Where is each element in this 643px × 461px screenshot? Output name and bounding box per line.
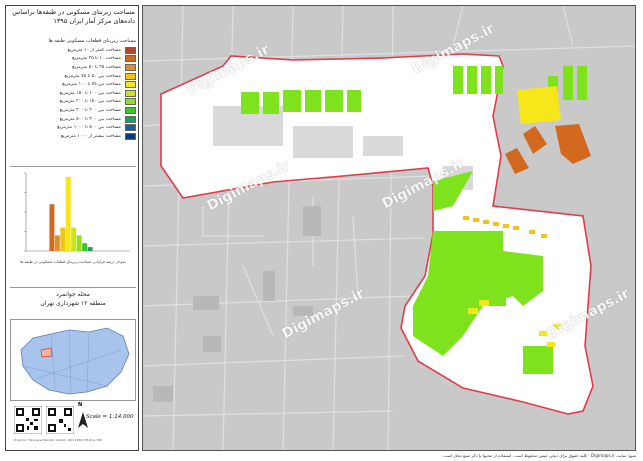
sheet-footer-row: N Scale = 1:14,000 (10, 402, 136, 444)
legend-panel: مساحت زیربنای مسکونی در طبقه‌ها براساس د… (5, 5, 139, 451)
district-name: محله جوانمرد (56, 291, 90, 298)
main-map[interactable]: Digimaps.ir Digimaps.ir Digimaps.ir Digi… (142, 5, 636, 451)
legend-swatch (125, 89, 136, 97)
map-sheet: مساحت زیربنای مسکونی در طبقه‌ها براساس د… (0, 0, 643, 461)
legend-item: مساحت بیشتر از ۱۰۰۰ مترمربع (10, 132, 136, 141)
legend-item: مساحت بین ۲۰۰ تا ۳۰۰ مترمربع (10, 106, 136, 115)
district-label: محله جوانمرد منطقه ۱۲ شهرداری تهران (10, 290, 136, 318)
histogram-bar (87, 247, 93, 251)
histogram-chart: نمودار درصد فراوانی مساحت زیربنای قطعات … (10, 166, 136, 288)
legend-label: مساحت بین ۷۵ تا ۱۰۰ مترمربع (62, 82, 121, 88)
legend-swatch (125, 63, 136, 71)
legend-heading: مساحت زیربنای قطعات مسکونی طبقه ها (48, 38, 136, 44)
legend-item: مساحت بین ۵۰ تا ۷۵ مترمربع (10, 72, 136, 81)
locator-map (10, 319, 136, 401)
legend-swatch (125, 55, 136, 63)
legend-item: مساحت بین ۱۰۰ تا ۱۵۰ مترمربع (10, 89, 136, 98)
north-arrow-icon (78, 412, 88, 428)
legend-label: مساحت کمتر از ۱۰ مترمربع (67, 47, 121, 53)
histogram-bar (76, 235, 82, 251)
legend-label: مساحت بین ۳۰۰ تا ۵۰۰ مترمربع (59, 116, 121, 122)
chart-caption: نمودار درصد فراوانی مساحت زیربنای قطعات … (20, 259, 126, 264)
residential-parcels-orange (505, 124, 591, 174)
legend-swatch (125, 124, 136, 132)
legend-swatch (125, 81, 136, 89)
district-highlight (40, 347, 53, 358)
histogram-bar (65, 176, 71, 251)
qr-code-icon (14, 406, 42, 434)
legend-swatch (125, 98, 136, 106)
legend-swatch (125, 115, 136, 123)
locator-svg (20, 327, 130, 395)
legend-swatch (125, 106, 136, 114)
legend-label: مساحت بیشتر از ۱۰۰۰ مترمربع (60, 133, 121, 139)
legend-item: مساحت کمتر از ۱۰ مترمربع (10, 46, 136, 55)
legend-item: مساحت بین ۳۰۰ تا ۵۰۰ مترمربع (10, 115, 136, 124)
legend-rows: مساحت کمتر از ۱۰ مترمربع مساحت ۱۰ تا ۲۵ م… (10, 46, 136, 141)
legend-label: مساحت ۲۵ تا ۵۰ مترمربع (72, 64, 121, 70)
legend-label: مساحت بین ۱۰۰ تا ۱۵۰ مترمربع (59, 90, 121, 96)
legend-item: مساحت بین ۷۵ تا ۱۰۰ مترمربع (10, 80, 136, 89)
legend-swatch (125, 132, 136, 140)
legend-label: مساحت ۱۰ تا ۲۵ مترمربع (72, 56, 121, 62)
tehran-outline (20, 327, 130, 395)
histogram-svg (24, 172, 130, 252)
qr-code-icon (46, 406, 74, 434)
legend: مساحت زیربنای قطعات مسکونی طبقه ها مساحت… (10, 38, 136, 141)
legend-label: مساحت بین ۵۰ تا ۷۵ مترمربع (64, 73, 121, 79)
legend-item: مساحت بین ۵۰۰ تا ۱۰۰۰ مترمربع (10, 123, 136, 132)
histogram-bar (54, 235, 60, 251)
legend-item: مساحت ۱۰ تا ۲۵ مترمربع (10, 55, 136, 64)
histogram-bar (82, 243, 88, 251)
histogram-bar (60, 227, 66, 251)
district-region: منطقه ۱۲ شهرداری تهران (40, 300, 106, 307)
map-title: مساحت زیربنای مسکونی در طبقه‌ها براساس د… (12, 8, 135, 25)
histogram-bar (49, 204, 55, 251)
legend-item: مساحت ۲۵ تا ۵۰ مترمربع (10, 63, 136, 72)
projection-credits: Projection: Transverse Mercator | Datum:… (14, 439, 102, 442)
legend-label: مساحت بین ۵۰۰ تا ۱۰۰۰ مترمربع (57, 125, 121, 131)
legend-swatch (125, 72, 136, 80)
legend-item: مساحت بین ۱۵۰ تا ۲۰۰ مترمربع (10, 98, 136, 107)
north-label: N (78, 402, 83, 408)
legend-swatch (125, 46, 136, 54)
scale-label: Scale = 1:14,000 (86, 414, 134, 420)
legend-label: مساحت بین ۱۵۰ تا ۲۰۰ مترمربع (59, 99, 121, 105)
legend-label: مساحت بین ۲۰۰ تا ۳۰۰ مترمربع (59, 107, 121, 113)
histogram-bar (71, 227, 77, 251)
footer-note: منبع: سایت Digimaps.ir · کلیه حقوق برای … (442, 453, 636, 458)
